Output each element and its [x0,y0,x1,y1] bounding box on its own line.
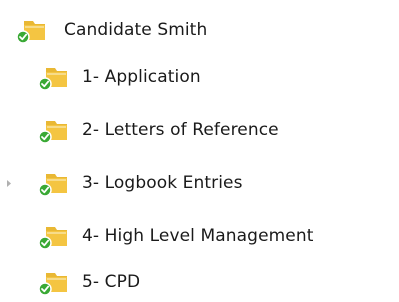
tree-node-label: 5- CPD [82,272,141,292]
shared-folder-icon [38,273,67,296]
expand-chevron-icon[interactable] [4,178,14,188]
shared-folder-icon [38,227,67,250]
tree-node-application[interactable]: 1- Application [36,60,201,94]
tree-node-high-level-management[interactable]: 4- High Level Management [36,219,314,253]
tree-node-logbook-entries[interactable]: 3- Logbook Entries [7,166,243,200]
shared-folder-icon [38,68,67,91]
folder-tree: Candidate Smith 1- Application 2- Letter… [0,0,399,302]
tree-node-candidate-smith[interactable]: Candidate Smith [14,13,207,47]
shared-folder-icon [38,121,67,144]
tree-node-label: 2- Letters of Reference [82,120,279,140]
tree-node-cpd[interactable]: 5- CPD [36,265,140,299]
tree-node-letters-of-reference[interactable]: 2- Letters of Reference [36,113,279,147]
shared-folder-icon [38,174,67,197]
tree-node-label: 3- Logbook Entries [82,173,243,193]
tree-node-label: 1- Application [82,67,201,87]
tree-node-label: Candidate Smith [64,20,208,40]
tree-node-label: 4- High Level Management [82,226,314,246]
shared-folder-icon [16,21,45,44]
